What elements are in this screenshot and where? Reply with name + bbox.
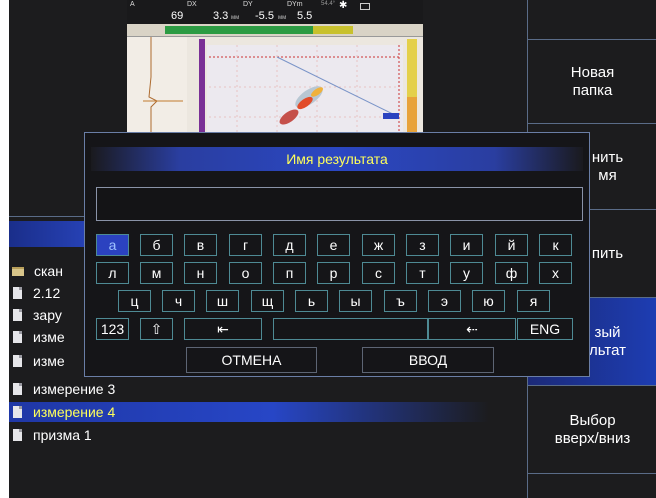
key-de[interactable]: д xyxy=(273,234,306,256)
backspace-icon[interactable]: ⇠ xyxy=(428,318,516,340)
language-key[interactable]: ENG xyxy=(517,318,573,340)
key-en[interactable]: н xyxy=(184,262,217,284)
result-name-dialog: Имя результата а б в г д е ж з и й к л м… xyxy=(84,132,590,377)
asterisk-icon: ✱ xyxy=(339,0,348,11)
key-ya[interactable]: я xyxy=(517,290,550,312)
file-item-label: зару xyxy=(33,307,62,323)
key-ha[interactable]: х xyxy=(539,262,572,284)
key-te[interactable]: т xyxy=(406,262,439,284)
menu-button-top[interactable] xyxy=(528,0,656,40)
scan-header: A 69 DX 3.3 мм DY -5.5 мм DYm 5.5 54.4° … xyxy=(127,0,423,24)
file-item-selected[interactable]: измерение 4 xyxy=(9,402,489,422)
key-zhe[interactable]: ж xyxy=(362,234,395,256)
label-dy: DY xyxy=(243,1,253,8)
battery-icon xyxy=(360,3,370,10)
value-dym: 5.5 xyxy=(297,10,313,22)
file-item-label: призма 1 xyxy=(33,427,92,443)
key-tse[interactable]: ц xyxy=(118,290,151,312)
key-o[interactable]: о xyxy=(229,262,262,284)
key-yery[interactable]: ы xyxy=(339,290,372,312)
file-icon xyxy=(13,429,22,441)
key-ze[interactable]: з xyxy=(406,234,439,256)
file-item-label: измерение 3 xyxy=(33,381,116,397)
key-el[interactable]: л xyxy=(96,262,129,284)
key-u[interactable]: у xyxy=(450,262,483,284)
key-yu[interactable]: ю xyxy=(472,290,505,312)
shift-icon[interactable]: ⇧ xyxy=(140,318,173,340)
key-i[interactable]: и xyxy=(450,234,483,256)
menu-button-bottom[interactable] xyxy=(528,474,656,498)
key-che[interactable]: ч xyxy=(162,290,195,312)
key-soft-sign[interactable]: ь xyxy=(295,290,328,312)
key-e[interactable]: э xyxy=(428,290,461,312)
key-a[interactable]: а xyxy=(96,234,129,256)
file-item-label: изме xyxy=(33,353,65,369)
file-item[interactable]: призма 1 xyxy=(9,425,409,445)
device-screen: A 69 DX 3.3 мм DY -5.5 мм DYm 5.5 54.4° … xyxy=(9,0,656,498)
unit-dx: мм xyxy=(231,15,240,21)
key-er[interactable]: р xyxy=(317,262,350,284)
file-icon xyxy=(13,383,22,395)
cursor-home-icon[interactable]: ⇤ xyxy=(184,318,262,340)
key-shcha[interactable]: щ xyxy=(251,290,284,312)
key-hard-sign[interactable]: ъ xyxy=(384,290,417,312)
file-icon xyxy=(13,331,22,343)
key-pe[interactable]: п xyxy=(273,262,306,284)
key-ge[interactable]: г xyxy=(229,234,262,256)
key-es[interactable]: с xyxy=(362,262,395,284)
dialog-title: Имя результата xyxy=(91,147,583,171)
value-dx: 3.3 xyxy=(213,10,229,22)
cancel-button[interactable]: ОТМЕНА xyxy=(186,347,317,373)
numbers-key[interactable]: 123 xyxy=(96,318,129,340)
scan-ruler xyxy=(127,24,423,37)
file-item-label: изме xyxy=(33,329,65,345)
file-icon xyxy=(13,309,22,321)
key-be[interactable]: б xyxy=(140,234,173,256)
label-a: A xyxy=(130,1,135,8)
key-ve[interactable]: в xyxy=(184,234,217,256)
file-item-label: 2.12 xyxy=(33,285,61,301)
file-item[interactable]: измерение 3 xyxy=(9,379,409,399)
file-icon xyxy=(13,287,22,299)
key-sha[interactable]: ш xyxy=(206,290,239,312)
enter-button[interactable]: ВВОД xyxy=(362,347,494,373)
key-i-short[interactable]: й xyxy=(495,234,528,256)
key-em[interactable]: м xyxy=(140,262,173,284)
file-icon xyxy=(13,406,22,418)
value-dy: -5.5 xyxy=(255,10,274,22)
key-ef[interactable]: ф xyxy=(495,262,528,284)
label-dx: DX xyxy=(187,1,197,8)
key-ye[interactable]: е xyxy=(317,234,350,256)
label-dym: DYm xyxy=(287,1,303,8)
space-key[interactable] xyxy=(273,318,428,340)
gate-bar xyxy=(165,26,315,34)
file-item-label: скан xyxy=(34,263,63,279)
value-a: 69 xyxy=(171,10,184,22)
angle-readout: 54.4° xyxy=(321,1,336,7)
key-ka[interactable]: к xyxy=(539,234,572,256)
folder-icon xyxy=(12,266,24,276)
file-item-label: измерение 4 xyxy=(33,404,116,420)
gate-bar-secondary xyxy=(313,26,353,34)
result-name-input[interactable] xyxy=(96,187,583,221)
select-up-down-button[interactable]: Выбор вверх/вниз xyxy=(528,386,656,474)
unit-dy: мм xyxy=(278,15,287,21)
file-icon xyxy=(13,355,22,367)
new-folder-button[interactable]: Новая папка xyxy=(528,40,656,124)
